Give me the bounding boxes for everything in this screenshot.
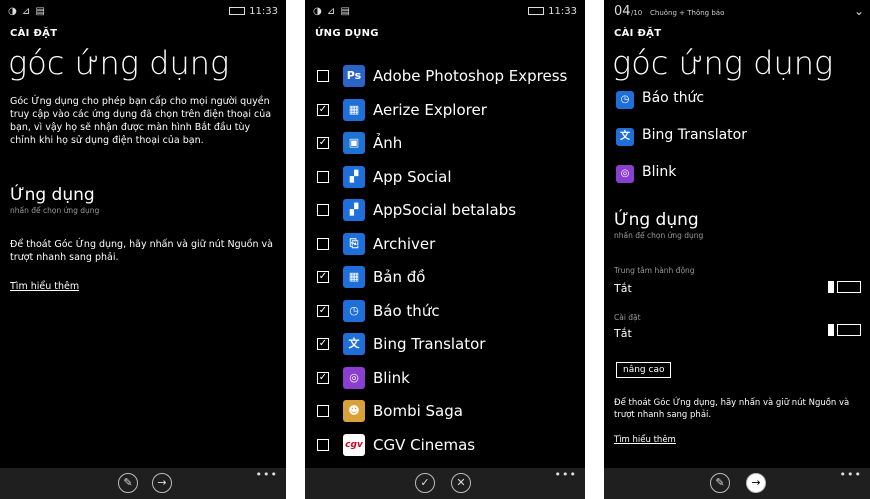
go-button[interactable]: → xyxy=(152,473,172,493)
app-name: Báo thức xyxy=(373,301,440,320)
status-icons: ◑ ⊿ ▤ xyxy=(8,6,46,17)
chevron-down-icon[interactable]: ⌄ xyxy=(854,4,864,18)
volume-label: Chuông + Thông báo xyxy=(650,9,725,17)
checkbox[interactable]: ✓ xyxy=(317,271,329,283)
app-name: Blink xyxy=(373,368,410,387)
apps-heading[interactable]: Ứng dụng xyxy=(614,210,699,230)
checkbox[interactable]: ✓ xyxy=(317,103,329,116)
checkbox[interactable]: ✓ xyxy=(317,338,329,350)
arrow-right-icon: → xyxy=(157,476,167,489)
phone-screen-settings-intro: ◑ ⊿ ▤ 11:33 CÀI ĐẶT góc ứng dụng Góc Ứng… xyxy=(0,0,286,499)
go-button[interactable]: → xyxy=(746,473,766,493)
status-bar: ◑ ⊿ ▤ 11:33 xyxy=(305,0,585,24)
arrow-right-icon: → xyxy=(751,476,761,489)
check-icon: ✓ xyxy=(420,476,430,489)
apps-note: nhấn để chọn ứng dụng xyxy=(614,231,704,240)
pin-icon: ✎ xyxy=(123,476,133,489)
settings-toggle[interactable] xyxy=(828,324,862,336)
app-icon: ◷ xyxy=(616,91,634,109)
checkbox[interactable]: ✓ xyxy=(317,304,329,317)
app-icon: ▣ xyxy=(343,132,365,154)
apps-note: nhấn để chọn ứng dụng xyxy=(10,206,100,215)
more-options-button[interactable]: ••• xyxy=(555,468,577,481)
app-name: Bing Translator xyxy=(373,335,486,353)
checkbox[interactable] xyxy=(317,438,329,451)
status-icons: ◑ ⊿ ▤ xyxy=(313,6,351,17)
exit-instructions: Để thoát Góc Ứng dụng, hãy nhấn và giữ n… xyxy=(614,398,850,420)
advanced-button[interactable]: nâng cao xyxy=(616,362,672,378)
app-name: Bing Translator xyxy=(642,127,747,143)
action-center-value: Tắt xyxy=(614,282,632,295)
app-icon: ◎ xyxy=(343,366,365,389)
checkbox[interactable] xyxy=(317,405,329,417)
app-icon: ▞ xyxy=(343,199,365,221)
app-icon: cgv xyxy=(343,433,365,456)
cancel-button[interactable]: ✕ xyxy=(451,473,471,493)
pin-button[interactable]: ✎ xyxy=(710,473,730,493)
settings-label: Cài đặt xyxy=(614,313,641,322)
checkbox[interactable] xyxy=(317,170,329,183)
app-bar: ✎ → ••• xyxy=(0,468,286,499)
status-time: 11:33 xyxy=(249,6,278,17)
checkbox[interactable] xyxy=(317,237,329,250)
app-icon: ▦ xyxy=(343,98,365,121)
exit-instructions: Để thoát Góc Ứng dụng, hãy nhấn và giữ n… xyxy=(10,239,273,263)
app-icon: 文 xyxy=(616,128,634,146)
status-bar: ◑ ⊿ ▤ 11:33 xyxy=(0,0,286,24)
battery-icon xyxy=(229,7,246,15)
section-label: CÀI ĐẶT xyxy=(614,28,662,39)
page-title: góc ứng dụng xyxy=(612,44,834,82)
app-name: Archiver xyxy=(373,234,436,253)
app-bar: ✓ ✕ ••• xyxy=(305,468,585,499)
app-icon: ◷ xyxy=(343,299,365,322)
app-name: AppSocial betalabs xyxy=(373,201,517,219)
app-name: CGV Cinemas xyxy=(373,435,476,454)
phone-screen-app-picker: ◑ ⊿ ▤ 11:33 ỨNG DỤNG Ps Adobe Photoshop E… xyxy=(305,0,585,499)
volume-bar: 04 /10 Chuông + Thông báo ⌄ xyxy=(604,0,870,24)
pin-button[interactable]: ✎ xyxy=(118,473,138,493)
app-icon: 文 xyxy=(343,333,365,355)
app-icon: ☻ xyxy=(343,400,365,422)
volume-max: /10 xyxy=(631,9,643,17)
section-label: CÀI ĐẶT xyxy=(10,28,58,39)
action-center-toggle[interactable] xyxy=(828,281,862,293)
app-icon: ▞ xyxy=(343,165,365,188)
pin-icon: ✎ xyxy=(715,476,725,489)
app-icon: ▦ xyxy=(343,266,365,288)
battery-icon xyxy=(528,7,545,15)
app-name: Adobe Photoshop Express xyxy=(373,67,568,85)
app-name: Báo thức xyxy=(642,90,705,106)
app-name: Bản đồ xyxy=(373,268,426,286)
checkbox[interactable]: ✓ xyxy=(317,371,329,384)
app-icon: ⎘ xyxy=(343,232,365,255)
app-name: Bombi Saga xyxy=(373,402,463,420)
section-label: ỨNG DỤNG xyxy=(315,28,379,39)
learn-more-link[interactable]: Tìm hiểu thêm xyxy=(614,435,676,445)
app-name: Ảnh xyxy=(373,134,403,152)
app-icon: ◎ xyxy=(616,165,634,183)
volume-level: 04 xyxy=(614,4,631,19)
more-options-button[interactable]: ••• xyxy=(256,468,278,481)
app-bar: ✎ → ••• xyxy=(604,468,870,499)
app-name: Aerize Explorer xyxy=(373,100,487,119)
app-name: Blink xyxy=(642,164,677,180)
confirm-button[interactable]: ✓ xyxy=(415,473,435,493)
close-icon: ✕ xyxy=(456,476,466,489)
more-options-button[interactable]: ••• xyxy=(840,468,862,481)
description-text: Góc Ứng dụng cho phép bạn cấp cho mọi ng… xyxy=(10,96,272,146)
phone-screen-settings-configured: 04 /10 Chuông + Thông báo ⌄ CÀI ĐẶT góc … xyxy=(604,0,870,499)
action-center-label: Trung tâm hành động xyxy=(614,266,695,275)
checkbox[interactable] xyxy=(317,204,329,216)
status-time: 11:33 xyxy=(548,6,577,17)
checkbox[interactable]: ✓ xyxy=(317,137,329,149)
settings-value: Tắt xyxy=(614,327,632,340)
learn-more-link[interactable]: Tìm hiểu thêm xyxy=(10,281,79,292)
app-icon: Ps xyxy=(343,65,365,87)
checkbox[interactable] xyxy=(317,70,329,82)
app-name: App Social xyxy=(373,167,452,186)
page-title: góc ứng dụng xyxy=(8,44,230,82)
apps-heading[interactable]: Ứng dụng xyxy=(10,185,95,205)
